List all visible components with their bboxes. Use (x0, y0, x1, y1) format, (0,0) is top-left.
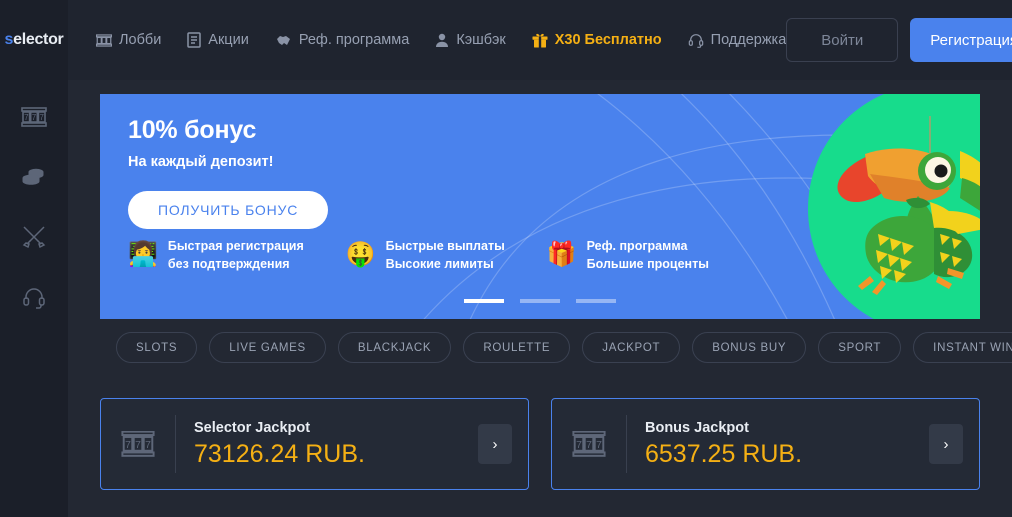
nav-item-promotions[interactable]: Акции (187, 32, 249, 48)
svg-text:7: 7 (596, 440, 602, 451)
feature-text: Реф. программа Большие проценты (587, 237, 709, 273)
category-pill-slots[interactable]: SLOTS (116, 332, 198, 363)
brand-logo-text: selector (5, 31, 64, 49)
slot-machine-icon (96, 33, 112, 47)
nav-item-free-x30[interactable]: X30 Бесплатно (532, 32, 662, 48)
banner-body: 10% бонус На каждый депозит! ПОЛУЧИТЬ БО… (100, 94, 980, 229)
carousel-dot-1[interactable] (464, 299, 504, 303)
nav-item-cashback[interactable]: Кэшбэк (435, 32, 506, 48)
main-content: 10% бонус На каждый депозит! ПОЛУЧИТЬ БО… (68, 80, 1012, 517)
nav-item-label: Поддержка (710, 32, 787, 48)
feature-line-2: Высокие лимиты (385, 256, 494, 271)
person-icon (435, 33, 449, 48)
register-button[interactable]: Регистрация (910, 18, 1012, 62)
feature-item: 👩‍💻 Быстрая регистрация без подтверждени… (128, 237, 304, 273)
carousel-indicators (464, 299, 616, 303)
jackpot-next-button[interactable]: › (478, 424, 512, 464)
category-filter-bar: SLOTS LIVE GAMES BLACKJACK ROULETTE JACK… (100, 319, 1012, 376)
feature-item: 🎁 Реф. программа Большие проценты (547, 237, 709, 273)
sidebar-item-battles[interactable] (17, 220, 51, 254)
svg-text:7: 7 (145, 440, 151, 451)
brand-logo[interactable]: selector (0, 0, 68, 80)
jackpot-cards: 7 7 7 Selector Jackpot 73126.24 RUB. › 7… (100, 398, 980, 490)
jackpot-name: Bonus Jackpot (645, 419, 749, 436)
top-header: Лобби Акции Реф. программа Кэшбэк X30 Бе… (68, 0, 1012, 80)
crossed-swords-icon (21, 224, 47, 250)
feature-line-1: Реф. программа (586, 238, 688, 253)
jackpot-card-selector[interactable]: 7 7 7 Selector Jackpot 73126.24 RUB. › (100, 398, 529, 490)
header-actions: Войти Регистрация (786, 18, 1012, 62)
nav-item-label: Лобби (119, 32, 162, 48)
feature-text: Быстрые выплаты Высокие лимиты (386, 237, 505, 273)
jackpot-card-bonus[interactable]: 7 7 7 Bonus Jackpot 6537.25 RUB. › (551, 398, 980, 490)
banner-subtitle: На каждый депозит! (128, 154, 274, 170)
gift-emoji-icon: 🎁 (546, 240, 577, 268)
category-pill-sport[interactable]: SPORT (818, 332, 902, 363)
svg-text:7: 7 (32, 113, 37, 122)
svg-text:7: 7 (24, 113, 29, 122)
brand-logo-rest: elector (13, 31, 64, 48)
jackpot-amount: 73126.24 RUB. (194, 439, 365, 468)
sidebar-nav: 7 7 7 (17, 80, 51, 314)
feature-line-2: без подтверждения (167, 256, 290, 271)
nav-item-referral[interactable]: Реф. программа (275, 32, 410, 48)
svg-text:7: 7 (135, 440, 141, 451)
svg-text:7: 7 (576, 440, 582, 451)
nav-item-label: Кэшбэк (456, 32, 506, 48)
person-laptop-emoji-icon: 👩‍💻 (128, 240, 158, 268)
money-mouth-emoji-icon: 🤑 (345, 240, 376, 268)
feature-line-1: Быстрая регистрация (167, 238, 304, 253)
feature-text: Быстрая регистрация без подтверждения (168, 237, 304, 273)
gift-icon (532, 32, 548, 48)
card-divider (626, 415, 627, 473)
jackpot-info: Bonus Jackpot 6537.25 RUB. (645, 420, 929, 469)
casino-home-page: selector 7 7 7 Лобби Акции Реф. программ… (0, 0, 1012, 517)
feature-line-1: Быстрые выплаты (385, 238, 505, 253)
feature-item: 🤑 Быстрые выплаты Высокие лимиты (346, 237, 505, 273)
headset-icon (688, 32, 704, 48)
brand-logo-accent: s (4, 31, 14, 48)
carousel-dot-3[interactable] (576, 299, 616, 303)
list-document-icon (187, 32, 202, 48)
promo-banner[interactable]: 10% бонус На каждый депозит! ПОЛУЧИТЬ БО… (100, 94, 980, 319)
category-pill-live-games[interactable]: LIVE GAMES (209, 332, 326, 363)
category-pill-blackjack[interactable]: BLACKJACK (337, 332, 452, 363)
category-pill-instant-win[interactable]: INSTANT WIN (913, 332, 1012, 363)
jackpot-amount: 6537.25 RUB. (645, 439, 803, 468)
sidebar-item-slots[interactable]: 7 7 7 (17, 100, 51, 134)
coins-icon (21, 165, 47, 189)
handshake-icon (275, 33, 292, 48)
svg-text:7: 7 (586, 440, 592, 451)
category-pill-roulette[interactable]: ROULETTE (463, 332, 571, 363)
jackpot-next-button[interactable]: › (929, 424, 963, 464)
nav-item-label: Акции (208, 32, 249, 48)
slot-machine-icon: 7 7 7 (572, 431, 606, 457)
get-bonus-button[interactable]: ПОЛУЧИТЬ БОНУС (128, 191, 329, 229)
jackpot-name: Selector Jackpot (194, 419, 311, 436)
banner-title: 10% бонус (128, 116, 257, 144)
headset-icon (22, 285, 46, 309)
svg-text:7: 7 (39, 113, 44, 122)
carousel-dot-2[interactable] (520, 299, 560, 303)
nav-item-lobby[interactable]: Лобби (96, 32, 161, 48)
jackpot-info: Selector Jackpot 73126.24 RUB. (194, 420, 478, 469)
nav-item-support[interactable]: Поддержка (688, 32, 787, 48)
sidebar-item-support[interactable] (17, 280, 51, 314)
main-nav: Лобби Акции Реф. программа Кэшбэк X30 Бе… (96, 32, 786, 48)
banner-features: 👩‍💻 Быстрая регистрация без подтверждени… (128, 237, 709, 273)
main-column: Лобби Акции Реф. программа Кэшбэк X30 Бе… (68, 0, 1012, 517)
category-pill-bonus-buy[interactable]: BONUS BUY (692, 332, 807, 363)
nav-item-label: X30 Бесплатно (554, 32, 662, 48)
login-button[interactable]: Войти (786, 18, 899, 62)
nav-item-label: Реф. программа (298, 32, 410, 48)
svg-text:7: 7 (125, 440, 131, 451)
feature-line-2: Большие проценты (586, 256, 709, 271)
sidebar: selector 7 7 7 (0, 0, 68, 517)
category-pill-jackpot[interactable]: JACKPOT (582, 332, 681, 363)
slot-machine-icon: 7 7 7 (21, 107, 47, 127)
sidebar-item-coins[interactable] (17, 160, 51, 194)
card-divider (175, 415, 176, 473)
slot-machine-icon: 7 7 7 (121, 431, 155, 457)
